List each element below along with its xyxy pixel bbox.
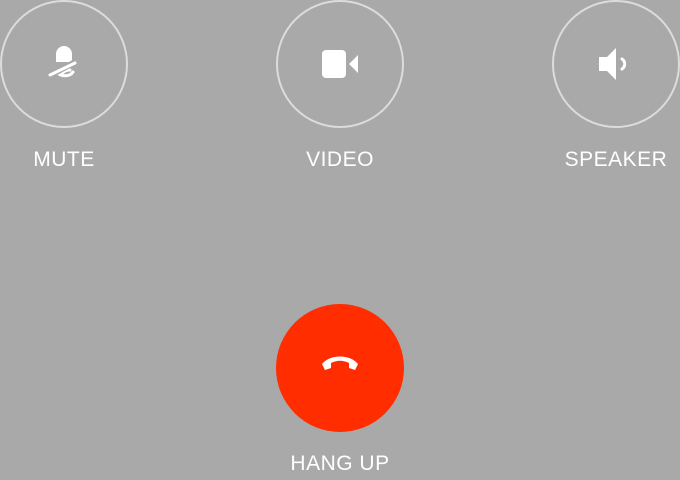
mute-control: MUTE <box>0 0 128 172</box>
hang-up-button[interactable] <box>276 304 404 432</box>
mic-off-icon <box>42 42 86 86</box>
mute-label: MUTE <box>33 148 95 171</box>
phone-hangup-icon <box>318 351 362 386</box>
video-label: VIDEO <box>306 148 374 171</box>
video-control: VIDEO <box>276 0 404 172</box>
speaker-button[interactable] <box>552 0 680 128</box>
speaker-label: SPEAKER <box>564 148 668 171</box>
mute-button[interactable] <box>0 0 128 128</box>
hang-up-label: HANG UP <box>290 452 390 475</box>
hangup-control: HANG UP <box>276 304 404 476</box>
video-camera-icon <box>318 42 362 86</box>
video-button[interactable] <box>276 0 404 128</box>
speaker-icon <box>594 42 638 86</box>
speaker-control: SPEAKER <box>552 0 680 172</box>
